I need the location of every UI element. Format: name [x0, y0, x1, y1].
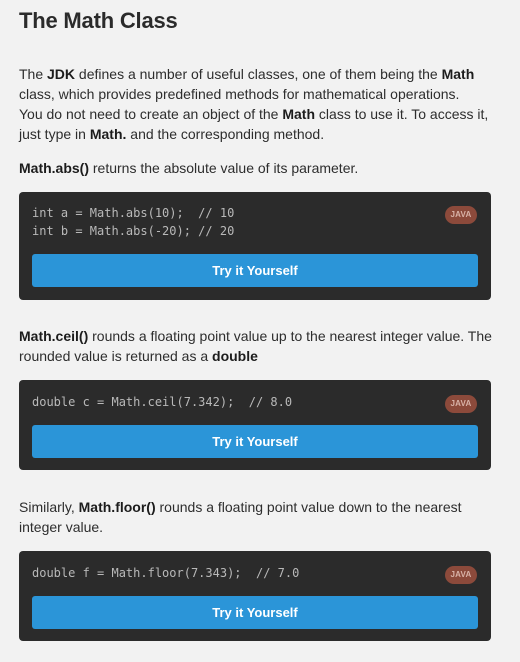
floor-code-block: double f = Math.floor(7.343); // 7.0 JAV… [19, 551, 491, 641]
abs-code: int a = Math.abs(10); // 10 int b = Math… [32, 206, 235, 238]
try-it-yourself-button[interactable]: Try it Yourself [32, 596, 478, 629]
intro-paragraph: The JDK defines a number of useful class… [19, 64, 501, 144]
try-it-yourself-button[interactable]: Try it Yourself [32, 425, 478, 458]
intro-text: You do not need to create an object of t… [19, 106, 283, 122]
floor-prefix: Similarly, [19, 499, 79, 515]
intro-text: defines a number of useful classes, one … [75, 66, 442, 82]
java-language-badge: JAVA [445, 206, 477, 224]
ceil-code: double c = Math.ceil(7.342); // 8.0 [32, 395, 293, 409]
lesson-page: The Math Class The JDK defines a number … [0, 0, 520, 662]
abs-description: Math.abs() returns the absolute value of… [19, 158, 501, 178]
floor-method-name: Math.floor() [78, 499, 156, 515]
double-term: double [212, 348, 258, 364]
floor-description: Similarly, Math.floor() rounds a floatin… [19, 497, 501, 537]
try-it-yourself-button[interactable]: Try it Yourself [32, 254, 478, 287]
intro-text: and the corresponding method. [126, 126, 325, 142]
math-dot-term: Math. [89, 126, 127, 142]
java-language-badge: JAVA [445, 566, 477, 584]
math-term: Math [441, 66, 475, 82]
ceil-method-name: Math.ceil() [19, 328, 89, 344]
floor-code: double f = Math.floor(7.343); // 7.0 [32, 566, 300, 580]
ceil-description: Math.ceil() rounds a floating point valu… [19, 326, 501, 366]
intro-text: The [19, 66, 48, 82]
abs-method-name: Math.abs() [19, 160, 89, 176]
page-title: The Math Class [19, 8, 178, 33]
abs-text: returns the absolute value of its parame… [89, 160, 359, 176]
math-term: Math [282, 106, 316, 122]
intro-text: class, which provides predefined methods… [19, 86, 460, 102]
abs-code-block: int a = Math.abs(10); // 10 int b = Math… [19, 192, 491, 300]
jdk-term: JDK [47, 66, 76, 82]
ceil-code-block: double c = Math.ceil(7.342); // 8.0 JAVA… [19, 380, 491, 470]
java-language-badge: JAVA [445, 395, 477, 413]
